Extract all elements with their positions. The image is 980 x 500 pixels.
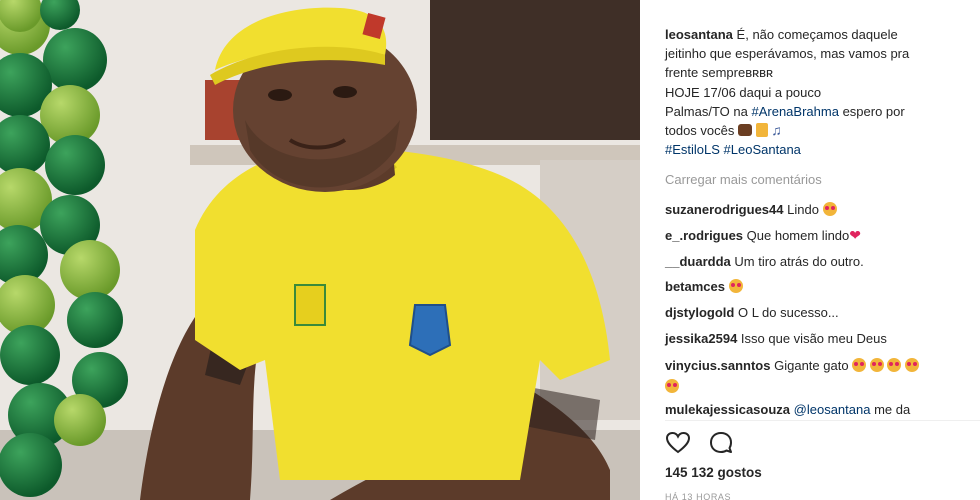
post-details-panel: leosantana É, não começamos daquele jeit…	[640, 0, 980, 500]
comment-item: djstylogold O L do sucesso...	[665, 300, 970, 326]
heart-eyes-emoji-icon	[905, 357, 920, 372]
heart-eyes-emoji-icon	[852, 357, 867, 372]
likes-count[interactable]: 145 132 gostos	[665, 465, 762, 480]
photo-illustration	[0, 0, 640, 500]
caption-line-1: É, não começamos daquele	[736, 27, 898, 42]
hashtag-leo-santana[interactable]: #LeoSantana	[724, 142, 801, 157]
red-heart-emoji-icon: ❤	[849, 226, 862, 243]
comment-item: e_.rodrigues Que homem lindo❤	[665, 223, 970, 249]
music-notes-icon: ♫	[771, 122, 782, 139]
comment-text: Lindo	[787, 202, 819, 217]
comment-bubble-icon[interactable]	[708, 430, 734, 456]
comment-username[interactable]: djstylogold	[665, 305, 734, 320]
comment-username[interactable]: betamces	[665, 279, 725, 294]
heart-eyes-emoji-icon	[728, 279, 743, 294]
post-caption: leosantana É, não começamos daquele jeit…	[665, 25, 965, 159]
comment-username[interactable]: jessika2594	[665, 331, 737, 346]
caption-palmas: Palmas/TO na	[665, 103, 748, 119]
beer-emoji-icon	[755, 123, 768, 138]
section-divider	[665, 420, 980, 421]
caption-author[interactable]: leosantana	[665, 27, 733, 42]
fist-emoji-icon	[738, 124, 752, 137]
comment-text: Isso que visão meu Deus	[740, 330, 887, 346]
comment-item: vinycius.sanntos Gigante gato	[665, 352, 970, 397]
heart-eyes-emoji-icon	[665, 378, 679, 393]
comment-text: me da	[874, 401, 911, 417]
comment-username[interactable]: suzanerodrigues44	[665, 202, 784, 217]
heart-eyes-emoji-icon	[887, 357, 902, 372]
heart-outline-icon[interactable]	[665, 430, 691, 456]
caption-line-3: frente sempreʙʀʙʀ	[665, 65, 774, 81]
hashtag-arena-brahma[interactable]: #ArenaBrahma	[751, 104, 838, 119]
comment-username[interactable]: e_.rodrigues	[665, 228, 743, 243]
comment-text: Um tiro atrás do outro.	[734, 253, 864, 269]
comment-item: betamces	[665, 274, 970, 300]
comment-text: O L do sucesso...	[737, 305, 839, 321]
heart-eyes-emoji-icon	[822, 202, 837, 216]
post-photo[interactable]	[0, 0, 640, 500]
caption-line-2: jeitinho que esperávamos, mas vamos pra	[665, 46, 910, 62]
load-more-comments-link[interactable]: Carregar mais comentários	[665, 172, 822, 187]
comment-username[interactable]: vinycius.sanntos	[665, 358, 770, 373]
comment-mention[interactable]: @leosantana	[794, 402, 871, 417]
caption-espero: espero por	[842, 103, 905, 119]
comment-text: Gigante gato	[774, 357, 849, 373]
post-timestamp: HÁ 13 HORAS	[665, 492, 732, 500]
comment-item: __duardda Um tiro atrás do outro.	[665, 249, 970, 275]
caption-todos: todos vocês	[665, 123, 735, 139]
comment-text: Que homem lindo	[746, 227, 850, 243]
hashtag-estilo-ls[interactable]: #EstiloLS	[665, 142, 720, 157]
heart-eyes-emoji-icon	[869, 357, 884, 372]
comment-username[interactable]: mulekajessicasouza	[665, 402, 790, 417]
comment-username[interactable]: __duardda	[665, 254, 731, 269]
comment-item: mulekajessicasouza @leosantana me da	[665, 397, 970, 423]
caption-line-4: HOJE 17/06 daqui a pouco	[665, 84, 822, 100]
comment-item: jessika2594 Isso que visão meu Deus	[665, 326, 970, 352]
comment-item: suzanerodrigues44 Lindo	[665, 197, 970, 223]
comments-list: suzanerodrigues44 Lindo e_.rodrigues Que…	[665, 197, 970, 423]
